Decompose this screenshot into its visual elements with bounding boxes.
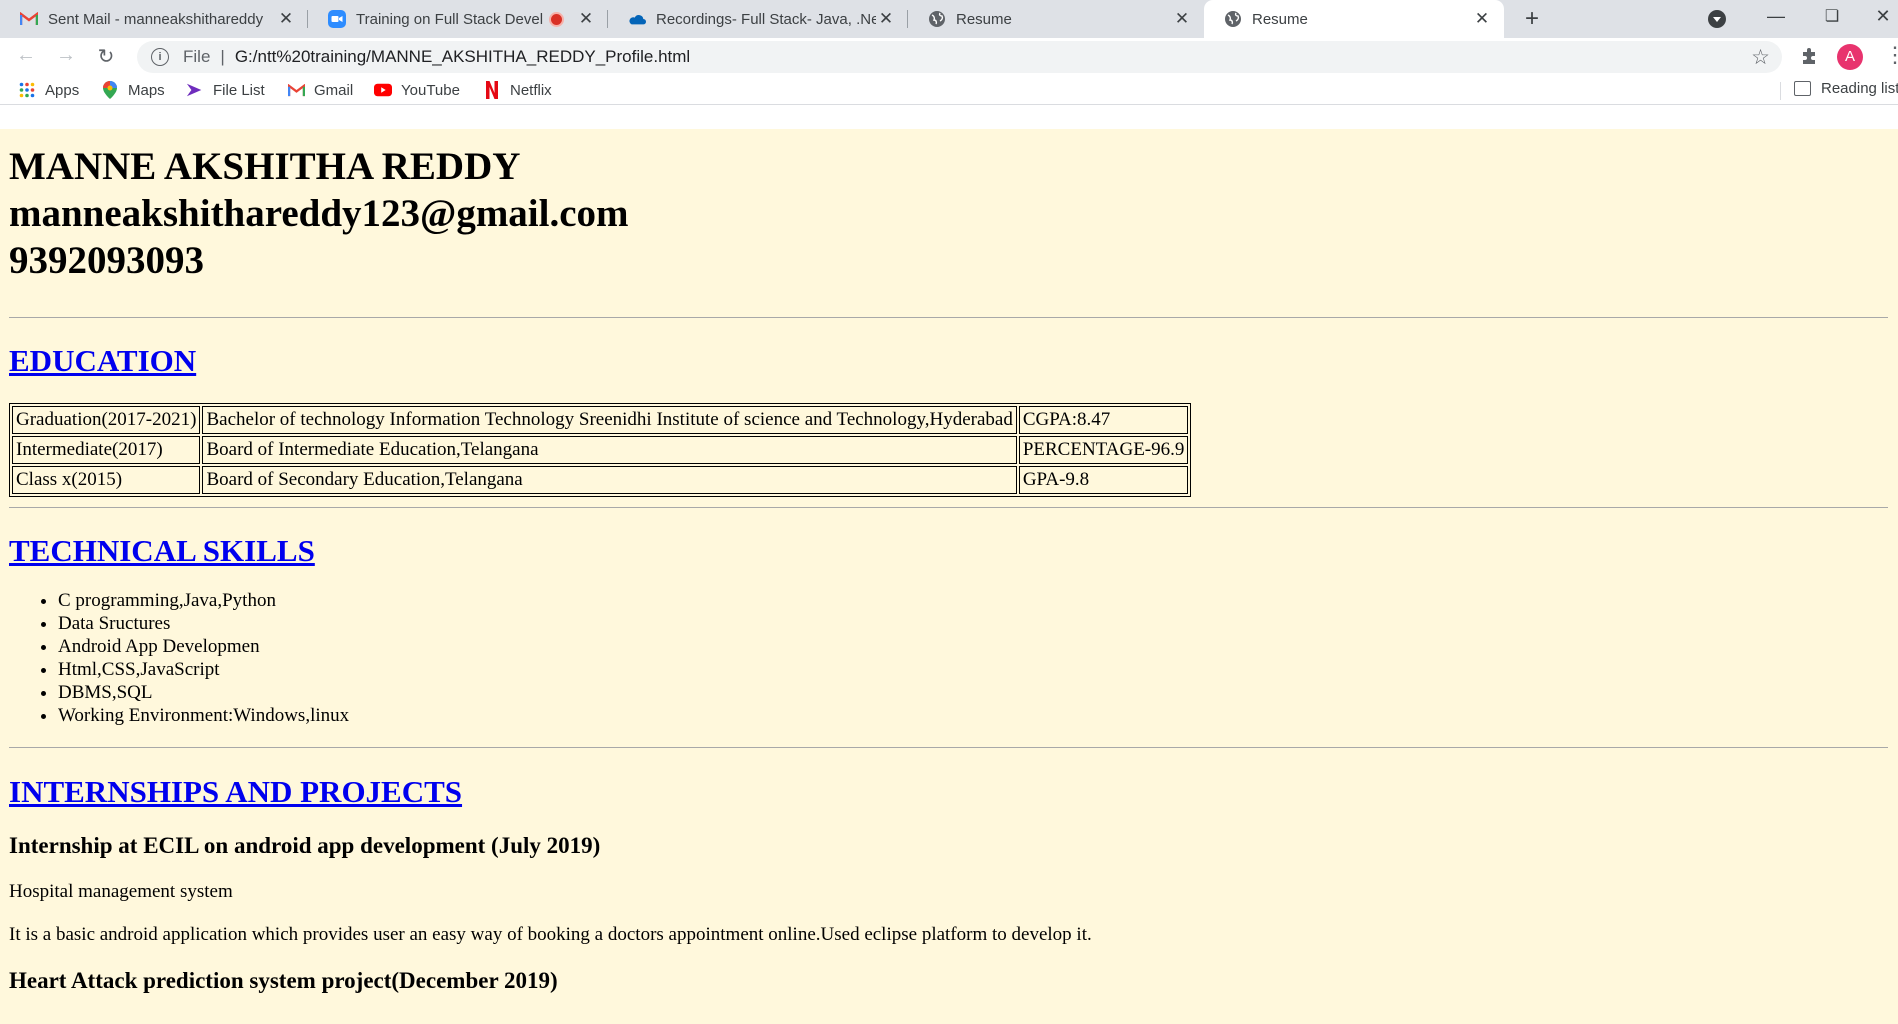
projects-link[interactable]: INTERNSHIPS AND PROJECTS xyxy=(9,774,462,809)
toolbar: ← → ↻ i File | G:/ntt%20training/MANNE_A… xyxy=(0,38,1898,76)
list-item: Working Environment:Windows,linux xyxy=(58,704,1888,727)
back-icon[interactable]: ← xyxy=(12,44,40,67)
reading-list-label: Reading list xyxy=(1821,80,1898,97)
bookmark-maps[interactable]: Maps xyxy=(101,80,165,100)
profile-avatar[interactable]: A xyxy=(1837,44,1863,70)
bookmark-label: Apps xyxy=(45,81,80,99)
internship-project: Hospital management system xyxy=(9,881,233,902)
tab-sent-mail[interactable]: Sent Mail - manneakshithareddy ✕ xyxy=(0,0,308,38)
close-tab-icon[interactable]: ✕ xyxy=(1472,9,1492,29)
gmail-icon xyxy=(287,81,305,99)
close-tab-icon[interactable]: ✕ xyxy=(876,9,896,29)
list-item: Data Sructures xyxy=(58,612,1888,635)
extensions-icon[interactable] xyxy=(1800,46,1819,70)
internship-title: Internship at ECIL on android app develo… xyxy=(9,833,601,858)
youtube-icon xyxy=(374,81,392,99)
bookmark-label: YouTube xyxy=(401,81,460,99)
resume-email: manneakshithareddy123@gmail.com xyxy=(9,192,629,235)
projects-heading: INTERNSHIPS AND PROJECTS xyxy=(9,774,1888,810)
table-cell: Graduation(2017-2021) xyxy=(12,406,201,434)
minimize-icon[interactable]: — xyxy=(1761,6,1791,27)
list-item: Html,CSS,JavaScript xyxy=(58,658,1888,681)
education-heading: EDUCATION xyxy=(9,343,1888,379)
zoom-icon xyxy=(328,10,346,28)
reading-list-icon xyxy=(1794,81,1811,96)
resume-name: MANNE AKSHITHA REDDY xyxy=(9,145,521,188)
tab-title: Recordings- Full Stack- Java, .Net xyxy=(656,10,876,28)
table-row: Intermediate(2017) Board of Intermediate… xyxy=(12,436,1189,464)
bookmark-label: Netflix xyxy=(510,81,552,99)
url-scheme: File xyxy=(183,47,211,66)
table-cell: CGPA:8.47 xyxy=(1018,406,1189,434)
close-tab-icon[interactable]: ✕ xyxy=(1172,9,1192,29)
table-cell: Class x(2015) xyxy=(12,466,201,494)
bookmark-label: File List xyxy=(213,81,265,99)
bookmark-label: Maps xyxy=(128,81,165,99)
table-cell: PERCENTAGE-96.9 xyxy=(1018,436,1189,464)
tab-strip: Sent Mail - manneakshithareddy ✕ Trainin… xyxy=(0,0,1898,38)
bookmark-apps[interactable]: Apps xyxy=(18,80,79,100)
menu-icon[interactable]: ⋮ xyxy=(1884,42,1898,68)
globe-icon xyxy=(1224,10,1242,28)
recording-icon xyxy=(549,11,564,27)
education-link[interactable]: EDUCATION xyxy=(9,343,196,378)
url-text[interactable]: G:/ntt%20training/MANNE_AKSHITHA_REDDY_P… xyxy=(235,47,690,67)
bookmarks-bar: Apps Maps File List Gmail YouTube Netfli… xyxy=(0,76,1898,105)
bookmark-star-icon[interactable]: ☆ xyxy=(1751,45,1770,70)
site-info-icon[interactable]: i xyxy=(151,48,169,66)
bookmark-gmail[interactable]: Gmail xyxy=(287,80,353,100)
table-cell: Board of Secondary Education,Telangana xyxy=(202,466,1017,494)
tab-resume[interactable]: Resume ✕ xyxy=(908,0,1204,38)
tab-resume-active[interactable]: Resume ✕ xyxy=(1204,0,1504,38)
file-list-icon xyxy=(186,81,204,99)
reading-list-button[interactable]: Reading list xyxy=(1794,80,1898,97)
tab-training[interactable]: Training on Full Stack Develo ✕ xyxy=(308,0,608,38)
list-item: C programming,Java,Python xyxy=(58,589,1888,612)
tab-title: Training on Full Stack Develo xyxy=(356,10,543,28)
table-cell: Board of Intermediate Education,Telangan… xyxy=(202,436,1017,464)
globe-icon xyxy=(928,10,946,28)
netflix-icon xyxy=(483,81,501,99)
list-item: Android App Developmen xyxy=(58,635,1888,658)
tab-search-icon[interactable] xyxy=(1708,10,1726,28)
onedrive-icon xyxy=(628,10,646,28)
skills-link[interactable]: TECHNICAL SKILLS xyxy=(9,533,315,568)
bookmark-youtube[interactable]: YouTube xyxy=(374,80,460,100)
forward-icon[interactable]: → xyxy=(52,44,80,67)
gmail-icon xyxy=(20,10,38,28)
tab-title: Sent Mail - manneakshithareddy xyxy=(48,10,264,28)
list-item: DBMS,SQL xyxy=(58,681,1888,704)
new-tab-icon[interactable]: + xyxy=(1518,5,1546,33)
close-window-icon[interactable]: ✕ xyxy=(1868,6,1898,27)
education-table: Graduation(2017-2021) Bachelor of techno… xyxy=(9,403,1192,497)
tab-title: Resume xyxy=(956,10,1012,28)
bookmark-netflix[interactable]: Netflix xyxy=(483,80,552,100)
apps-grid-icon xyxy=(18,81,36,99)
close-tab-icon[interactable]: ✕ xyxy=(576,9,596,29)
table-row: Class x(2015) Board of Secondary Educati… xyxy=(12,466,1189,494)
tab-title: Resume xyxy=(1252,10,1308,28)
project2-title: Heart Attack prediction system project(D… xyxy=(9,968,558,993)
bookmark-label: Gmail xyxy=(314,81,354,99)
internship-description: It is a basic android application which … xyxy=(9,924,1092,945)
skills-heading: TECHNICAL SKILLS xyxy=(9,533,1888,569)
reload-icon[interactable]: ↻ xyxy=(92,44,120,69)
tab-recordings[interactable]: Recordings- Full Stack- Java, .Net ✕ xyxy=(608,0,908,38)
table-cell: Bachelor of technology Information Techn… xyxy=(202,406,1017,434)
table-cell: Intermediate(2017) xyxy=(12,436,201,464)
page-content: MANNE AKSHITHA REDDY manneakshithareddy1… xyxy=(0,129,1898,1024)
table-cell: GPA-9.8 xyxy=(1018,466,1189,494)
close-tab-icon[interactable]: ✕ xyxy=(276,9,296,29)
skills-list: C programming,Java,Python Data Sructures… xyxy=(9,589,1888,727)
resume-phone: 9392093093 xyxy=(9,239,204,282)
restore-icon[interactable]: ❏ xyxy=(1817,6,1847,26)
maps-pin-icon xyxy=(101,81,119,99)
table-row: Graduation(2017-2021) Bachelor of techno… xyxy=(12,406,1189,434)
address-bar[interactable]: i File | G:/ntt%20training/MANNE_AKSHITH… xyxy=(137,41,1782,73)
bookmark-file-list[interactable]: File List xyxy=(186,80,265,100)
